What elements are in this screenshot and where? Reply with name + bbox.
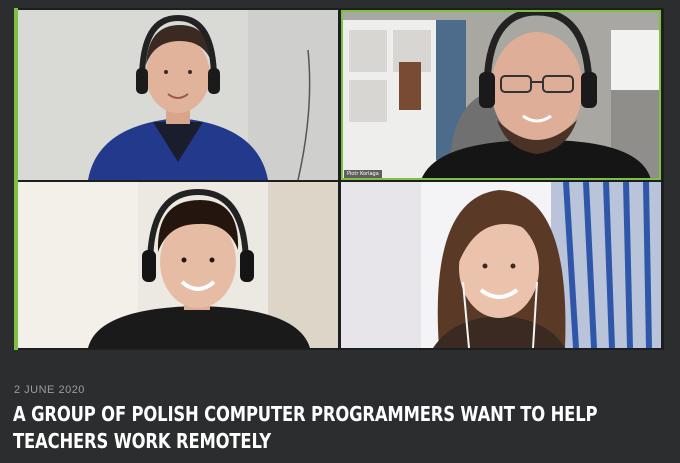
article-card[interactable]: Piotr Korlaga 2 JUNE 2020 A GROUP OF POL… bbox=[0, 0, 680, 463]
participant-video-2 bbox=[341, 10, 661, 180]
participant-video-1 bbox=[18, 10, 338, 180]
participant-name-label: Piotr Korlaga bbox=[344, 170, 382, 178]
participant-video-4 bbox=[341, 182, 661, 348]
participant-video-3 bbox=[18, 182, 338, 348]
article-date: 2 JUNE 2020 bbox=[14, 384, 85, 396]
article-title-link[interactable]: A GROUP OF POLISH COMPUTER PROGRAMMERS W… bbox=[13, 401, 669, 455]
